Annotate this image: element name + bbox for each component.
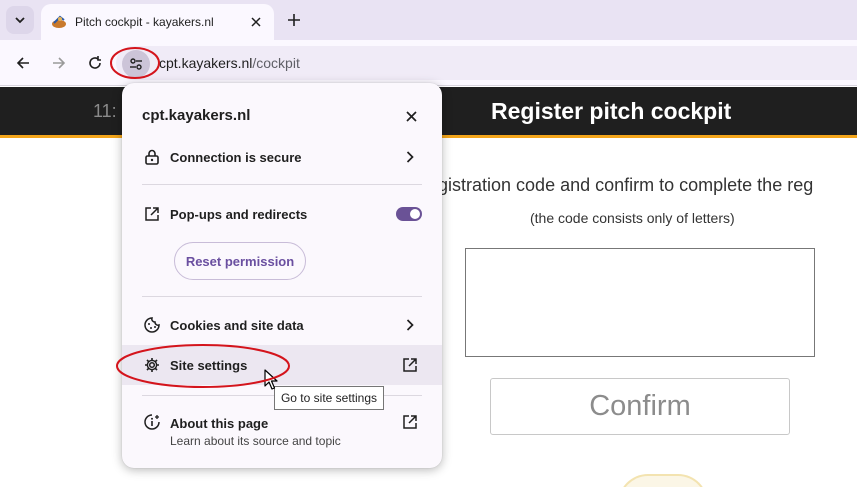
clock: 11:: [93, 101, 117, 121]
open-in-new-icon: [402, 357, 418, 373]
plus-icon: [288, 14, 300, 26]
chevron-right-icon: [402, 149, 418, 165]
hint-text: (the code consists only of letters): [530, 210, 735, 226]
close-icon: [251, 17, 261, 27]
tab-search-button[interactable]: [6, 6, 34, 34]
close-icon: [405, 110, 417, 122]
popup-close-button[interactable]: [400, 105, 422, 127]
instruction-text: egistration code and confirm to complete…: [428, 175, 814, 195]
reload-button[interactable]: [83, 51, 107, 75]
chevron-right-icon: [402, 317, 418, 333]
url-text[interactable]: cpt.kayakers.nl/cockpit: [159, 55, 300, 71]
browser-tab[interactable]: Pitch cockpit - kayakers.nl: [41, 4, 274, 40]
url-domain: cpt.kayakers.nl: [159, 55, 253, 71]
cookies-label: Cookies and site data: [170, 317, 304, 333]
toggle-knob: [410, 209, 420, 219]
connection-row[interactable]: Connection is secure: [122, 137, 442, 177]
popup-domain: cpt.kayakers.nl: [142, 107, 251, 124]
about-subtitle: Learn about its source and topic: [170, 434, 341, 448]
address-bar[interactable]: cpt.kayakers.nl/cockpit: [116, 46, 857, 80]
tab-strip: Pitch cockpit - kayakers.nl: [0, 0, 857, 40]
open-in-new-icon: [144, 206, 160, 222]
about-label: About this page: [170, 416, 269, 431]
info-sparkle-icon: [144, 414, 160, 430]
new-tab-button[interactable]: [282, 8, 306, 32]
cookie-icon: [144, 317, 160, 333]
back-button[interactable]: [11, 51, 35, 75]
tab-close-button[interactable]: [246, 12, 266, 32]
reset-permission-button[interactable]: Reset permission: [174, 242, 306, 280]
annotation-circle-site-info: [110, 47, 160, 79]
chevron-down-icon: [15, 17, 25, 24]
divider: [142, 296, 422, 297]
connection-label: Connection is secure: [170, 149, 302, 165]
back-arrow-icon: [16, 57, 29, 69]
popups-label: Pop-ups and redirects: [170, 206, 308, 222]
open-in-new-icon: [402, 414, 418, 430]
confirm-button[interactable]: Confirm: [490, 378, 790, 435]
popups-toggle[interactable]: [396, 207, 422, 221]
tab-title: Pitch cockpit - kayakers.nl: [75, 15, 214, 29]
favicon: [51, 14, 67, 30]
site-info-popup: cpt.kayakers.nl Connection is secure Pop…: [122, 83, 442, 468]
annotation-circle-site-settings: [116, 344, 290, 388]
lock-icon: [144, 149, 160, 165]
page-title: Register pitch cockpit: [491, 98, 732, 124]
forward-button[interactable]: [47, 51, 71, 75]
cookies-row[interactable]: Cookies and site data: [122, 305, 442, 345]
url-path: /cockpit: [252, 55, 300, 71]
forward-arrow-icon: [53, 57, 66, 69]
popups-row: Pop-ups and redirects: [122, 194, 442, 234]
reload-icon: [89, 56, 101, 69]
logo-partial: [618, 474, 708, 487]
divider: [142, 184, 422, 185]
registration-code-input[interactable]: [465, 248, 815, 357]
